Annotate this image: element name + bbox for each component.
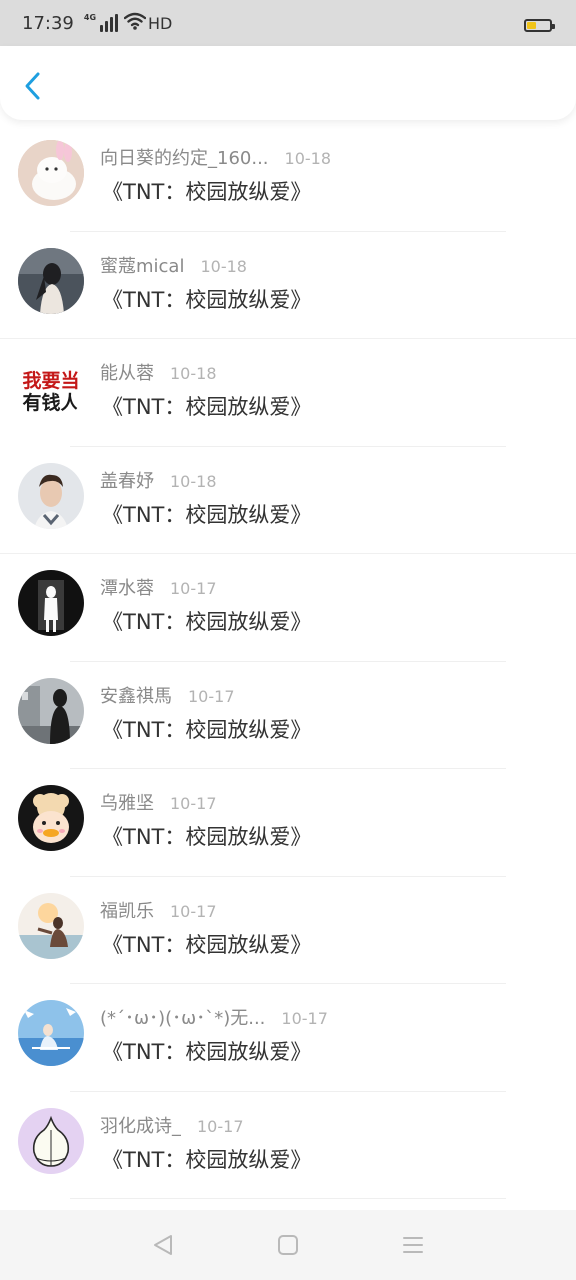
book-title[interactable]: 《TNT：校园放纵爱》	[102, 821, 311, 851]
book-title[interactable]: 《TNT：校园放纵爱》	[102, 391, 311, 421]
system-nav-bar	[0, 1210, 576, 1280]
back-button[interactable]	[16, 66, 52, 106]
post-date: 10-17	[170, 901, 217, 921]
post-date: 10-17	[188, 686, 235, 706]
list-item[interactable]: 向日葵的约定_160... 10-18 《TNT：校园放纵爱》	[0, 124, 576, 232]
user-name[interactable]: 盖春妤	[100, 467, 154, 493]
post-date: 10-18	[284, 149, 332, 168]
list-item[interactable]: 福凯乐 10-17 《TNT：校园放纵爱》	[0, 877, 576, 984]
post-date: 10-17	[170, 794, 217, 813]
nav-home-button[interactable]	[268, 1225, 308, 1265]
status-bar: 17:39 4G HD	[0, 0, 576, 46]
post-date: 10-18	[170, 364, 217, 383]
post-date: 10-18	[200, 256, 247, 276]
user-name[interactable]: 羽化成诗_	[100, 1112, 181, 1138]
post-date: 10-17	[281, 1009, 328, 1028]
user-name[interactable]: 向日葵的约定_160...	[100, 144, 269, 170]
list-item[interactable]: 盖春妤 10-18 《TNT：校园放纵爱》	[0, 447, 576, 554]
signal-icon: 4G	[83, 13, 119, 32]
user-name[interactable]: (*´･ω･)(･ω･`*)无...	[100, 1004, 265, 1030]
avatar[interactable]	[18, 462, 84, 529]
triangle-back-icon	[153, 1235, 172, 1255]
list-item[interactable]: 我要当 有钱人 能从蓉 10-18 《TNT：校园放纵爱》	[0, 339, 576, 447]
avatar[interactable]	[18, 892, 84, 959]
nav-back-button[interactable]	[143, 1225, 183, 1265]
network-type: 4G	[83, 13, 97, 22]
comment-list: 向日葵的约定_160... 10-18 《TNT：校园放纵爱》 蜜蔻mical …	[0, 124, 576, 1199]
post-date: 10-18	[170, 471, 217, 491]
user-name[interactable]: 蜜蔻mical	[100, 252, 184, 278]
list-item[interactable]: 蜜蔻mical 10-18 《TNT：校园放纵爱》	[0, 232, 576, 339]
book-title[interactable]: 《TNT：校园放纵爱》	[102, 499, 311, 529]
user-name[interactable]: 安鑫祺馬	[100, 682, 172, 708]
avatar[interactable]	[18, 1107, 84, 1174]
list-item[interactable]: (*´･ω･)(･ω･`*)无... 10-17 《TNT：校园放纵爱》	[0, 984, 576, 1092]
user-name[interactable]: 福凯乐	[100, 897, 154, 923]
list-item[interactable]: 乌雅坚 10-17 《TNT：校园放纵爱》	[0, 769, 576, 877]
square-home-icon	[277, 1235, 298, 1255]
divider	[70, 1198, 506, 1199]
chevron-left-icon	[25, 72, 40, 100]
list-item[interactable]: 安鑫祺馬 10-17 《TNT：校园放纵爱》	[0, 662, 576, 769]
avatar[interactable]	[18, 247, 84, 314]
avatar[interactable]	[18, 570, 84, 636]
book-title[interactable]: 《TNT：校园放纵爱》	[102, 929, 311, 959]
avatar-text-line2: 有钱人	[22, 391, 80, 414]
book-title[interactable]: 《TNT：校园放纵爱》	[102, 1036, 311, 1066]
header	[0, 46, 576, 120]
wifi-icon	[123, 12, 147, 34]
list-item[interactable]: 羽化成诗_ 10-17 《TNT：校园放纵爱》	[0, 1092, 576, 1199]
menu-lines-icon	[403, 1237, 424, 1253]
user-name[interactable]: 能从蓉	[100, 359, 154, 385]
battery-icon	[524, 19, 555, 32]
avatar[interactable]	[18, 677, 84, 744]
nav-menu-button[interactable]	[393, 1225, 433, 1265]
avatar[interactable]: 我要当 有钱人	[18, 355, 84, 421]
book-title[interactable]: 《TNT：校园放纵爱》	[102, 1144, 311, 1174]
book-title[interactable]: 《TNT：校园放纵爱》	[102, 284, 311, 314]
hd-indicator: HD	[148, 13, 173, 33]
book-title[interactable]: 《TNT：校园放纵爱》	[102, 606, 311, 636]
user-name[interactable]: 潭水蓉	[100, 574, 154, 600]
user-name[interactable]: 乌雅坚	[100, 789, 154, 815]
post-date: 10-17	[197, 1116, 244, 1136]
avatar[interactable]	[18, 1000, 84, 1066]
book-title[interactable]: 《TNT：校园放纵爱》	[102, 714, 311, 744]
avatar-text-line1: 我要当	[22, 369, 79, 392]
post-date: 10-17	[170, 579, 217, 598]
avatar[interactable]	[18, 785, 84, 851]
avatar[interactable]	[18, 140, 84, 206]
status-time: 17:39	[22, 12, 74, 34]
list-item[interactable]: 潭水蓉 10-17 《TNT：校园放纵爱》	[0, 554, 576, 662]
book-title[interactable]: 《TNT：校园放纵爱》	[102, 176, 311, 206]
